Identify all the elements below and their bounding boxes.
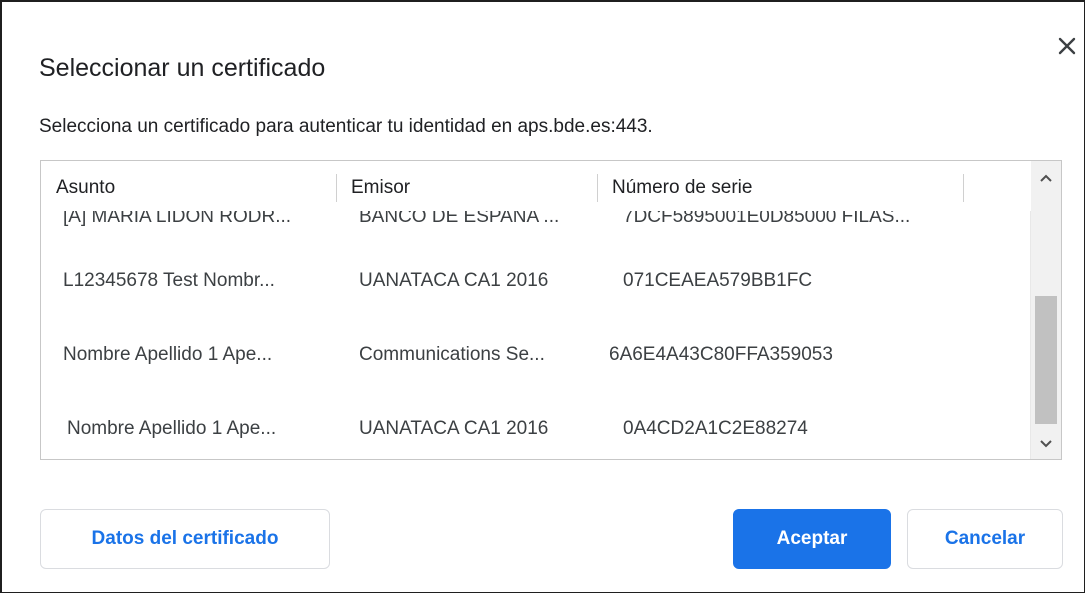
scrollbar-thumb[interactable] — [1035, 296, 1057, 424]
table-row[interactable]: Nombre Apellido 1 Ape... UANATACA CA1 20… — [41, 406, 1031, 454]
cell-issuer: UANATACA CA1 2016 — [359, 418, 549, 439]
certificate-table: [A] MARIA LIDON RODR... BANCO DE ESPAÑA … — [40, 160, 1062, 460]
scroll-down-button[interactable] — [1031, 429, 1061, 459]
close-icon — [1058, 37, 1076, 55]
vertical-scrollbar[interactable] — [1030, 161, 1061, 459]
cell-subject: Nombre Apellido 1 Ape... — [67, 418, 277, 439]
table-header: Asunto Emisor Número de serie — [41, 161, 1031, 211]
column-divider[interactable] — [597, 174, 598, 202]
table-row[interactable]: L12345678 Test Nombr... UANATACA CA1 201… — [41, 258, 1031, 306]
certificate-details-button[interactable]: Datos del certificado — [40, 509, 330, 569]
column-header-serial[interactable]: Número de serie — [612, 177, 752, 199]
cell-subject: L12345678 Test Nombr... — [63, 270, 275, 291]
close-button[interactable] — [1051, 30, 1083, 62]
cancel-button[interactable]: Cancelar — [907, 509, 1063, 569]
cell-issuer: Communications Se... — [359, 344, 545, 365]
column-divider[interactable] — [963, 174, 964, 202]
cell-issuer: UANATACA CA1 2016 — [359, 270, 549, 291]
cell-serial: 071CEAEA579BB1FC — [623, 270, 813, 291]
column-header-subject[interactable]: Asunto — [56, 177, 115, 199]
cell-subject: Nombre Apellido 1 Ape... — [63, 344, 273, 365]
table-row[interactable]: Nombre Apellido 1 Ape... Communications … — [41, 332, 1031, 380]
scroll-up-button[interactable] — [1031, 163, 1061, 193]
accept-button[interactable]: Aceptar — [733, 509, 891, 569]
dialog-subtitle: Selecciona un certificado para autentica… — [39, 116, 653, 137]
cell-serial: 0A4CD2A1C2E88274 — [623, 418, 808, 439]
column-divider[interactable] — [336, 174, 337, 202]
chevron-down-icon — [1040, 440, 1052, 448]
certificate-dialog: Seleccionar un certificado Selecciona un… — [0, 0, 1085, 593]
cell-serial: 6A6E4A43C80FFA359053 — [609, 344, 833, 365]
column-header-issuer[interactable]: Emisor — [351, 177, 410, 199]
dialog-title: Seleccionar un certificado — [39, 54, 326, 82]
chevron-up-icon — [1040, 174, 1052, 182]
